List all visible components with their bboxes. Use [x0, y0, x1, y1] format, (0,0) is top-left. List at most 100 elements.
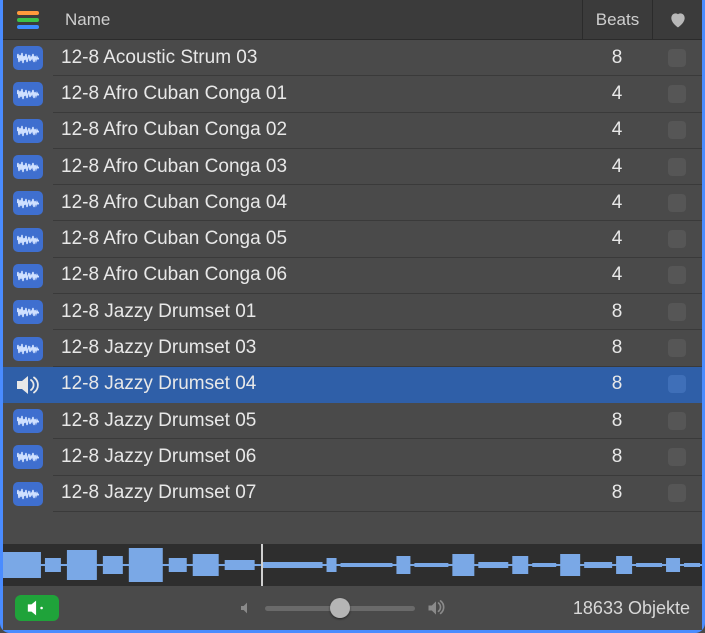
loop-type-icon[interactable] — [3, 482, 53, 506]
now-playing-icon[interactable] — [3, 375, 53, 395]
audio-loop-icon — [13, 264, 43, 288]
table-row[interactable]: 12-8 Jazzy Drumset 048 — [3, 367, 702, 403]
favorite-checkbox[interactable] — [652, 185, 702, 221]
loop-type-icon[interactable] — [3, 300, 53, 324]
checkbox-icon — [668, 49, 686, 67]
loop-type-icon[interactable] — [3, 445, 53, 469]
favorite-checkbox[interactable] — [652, 439, 702, 475]
table-row[interactable]: 12-8 Jazzy Drumset 018 — [3, 294, 702, 330]
loop-name: 12-8 Afro Cuban Conga 01 — [53, 76, 582, 112]
column-header-beats[interactable]: Beats — [582, 0, 652, 39]
audio-loop-icon — [13, 337, 43, 361]
favorite-checkbox[interactable] — [652, 476, 702, 512]
loop-name: 12-8 Acoustic Strum 03 — [53, 40, 582, 76]
loop-name: 12-8 Afro Cuban Conga 03 — [53, 149, 582, 185]
heart-icon — [668, 10, 688, 30]
favorite-checkbox[interactable] — [652, 76, 702, 112]
loop-list: 12-8 Acoustic Strum 03812-8 Afro Cuban C… — [3, 40, 702, 544]
table-header: Name Beats — [3, 0, 702, 40]
footer-bar: 18633 Objekte — [3, 586, 702, 630]
favorite-checkbox[interactable] — [652, 113, 702, 149]
favorite-checkbox[interactable] — [652, 40, 702, 76]
loop-type-icon[interactable] — [3, 409, 53, 433]
table-row[interactable]: 12-8 Jazzy Drumset 038 — [3, 330, 702, 366]
loop-name: 12-8 Afro Cuban Conga 02 — [53, 113, 582, 149]
loop-type-icon[interactable] — [3, 119, 53, 143]
favorite-checkbox[interactable] — [652, 258, 702, 294]
volume-low-icon — [239, 600, 255, 616]
audio-loop-icon — [13, 228, 43, 252]
audio-loop-icon — [13, 155, 43, 179]
loop-beats: 4 — [582, 149, 652, 185]
loop-name: 12-8 Jazzy Drumset 01 — [53, 294, 582, 330]
loop-name: 12-8 Afro Cuban Conga 05 — [53, 221, 582, 257]
loop-beats: 8 — [582, 294, 652, 330]
audio-loop-icon — [13, 300, 43, 324]
loop-beats: 4 — [582, 185, 652, 221]
audio-loop-icon — [13, 409, 43, 433]
play-button[interactable] — [15, 595, 59, 621]
favorite-checkbox[interactable] — [652, 403, 702, 439]
checkbox-icon — [668, 448, 686, 466]
menu-icon — [17, 11, 39, 29]
loop-beats: 8 — [582, 40, 652, 76]
playhead[interactable] — [261, 544, 263, 586]
speaker-play-icon — [26, 599, 48, 617]
favorite-checkbox[interactable] — [652, 294, 702, 330]
audio-loop-icon — [13, 482, 43, 506]
favorite-checkbox[interactable] — [652, 367, 702, 403]
loop-type-icon[interactable] — [3, 264, 53, 288]
loop-type-icon[interactable] — [3, 46, 53, 70]
loop-name: 12-8 Afro Cuban Conga 06 — [53, 258, 582, 294]
checkbox-icon — [668, 121, 686, 139]
favorite-checkbox[interactable] — [652, 330, 702, 366]
audio-loop-icon — [13, 46, 43, 70]
volume-thumb[interactable] — [330, 598, 350, 618]
table-row[interactable]: 12-8 Afro Cuban Conga 044 — [3, 185, 702, 221]
loop-name: 12-8 Afro Cuban Conga 04 — [53, 185, 582, 221]
loop-type-icon[interactable] — [3, 337, 53, 361]
checkbox-icon — [668, 484, 686, 502]
volume-slider[interactable] — [265, 606, 415, 611]
loop-type-icon[interactable] — [3, 228, 53, 252]
checkbox-icon — [668, 412, 686, 430]
audio-loop-icon — [13, 191, 43, 215]
view-menu-button[interactable] — [3, 11, 53, 29]
loop-beats: 8 — [582, 439, 652, 475]
table-row[interactable]: 12-8 Jazzy Drumset 058 — [3, 403, 702, 439]
favorite-checkbox[interactable] — [652, 149, 702, 185]
column-header-name[interactable]: Name — [53, 10, 582, 30]
table-row[interactable]: 12-8 Jazzy Drumset 068 — [3, 439, 702, 475]
loop-name: 12-8 Jazzy Drumset 03 — [53, 330, 582, 366]
table-row[interactable]: 12-8 Afro Cuban Conga 034 — [3, 149, 702, 185]
volume-control — [239, 598, 447, 618]
checkbox-icon — [668, 85, 686, 103]
checkbox-icon — [668, 375, 686, 393]
checkbox-icon — [668, 230, 686, 248]
waveform-preview[interactable] — [3, 544, 702, 586]
table-row[interactable]: 12-8 Afro Cuban Conga 014 — [3, 76, 702, 112]
checkbox-icon — [668, 266, 686, 284]
table-row[interactable]: 12-8 Jazzy Drumset 078 — [3, 476, 702, 512]
loop-beats: 4 — [582, 258, 652, 294]
loop-beats: 8 — [582, 403, 652, 439]
loop-type-icon[interactable] — [3, 155, 53, 179]
audio-loop-icon — [13, 119, 43, 143]
table-row[interactable]: 12-8 Afro Cuban Conga 054 — [3, 221, 702, 257]
loop-beats: 4 — [582, 113, 652, 149]
loop-type-icon[interactable] — [3, 191, 53, 215]
table-row[interactable]: 12-8 Acoustic Strum 038 — [3, 40, 702, 76]
audio-loop-icon — [13, 82, 43, 106]
checkbox-icon — [668, 303, 686, 321]
loop-beats: 4 — [582, 76, 652, 112]
loop-beats: 8 — [582, 476, 652, 512]
column-header-favorite[interactable] — [652, 0, 702, 39]
table-row[interactable]: 12-8 Afro Cuban Conga 024 — [3, 113, 702, 149]
object-count: 18633 Objekte — [573, 598, 690, 619]
loop-type-icon[interactable] — [3, 82, 53, 106]
checkbox-icon — [668, 158, 686, 176]
table-row[interactable]: 12-8 Afro Cuban Conga 064 — [3, 258, 702, 294]
loop-name: 12-8 Jazzy Drumset 05 — [53, 403, 582, 439]
audio-loop-icon — [13, 445, 43, 469]
favorite-checkbox[interactable] — [652, 221, 702, 257]
